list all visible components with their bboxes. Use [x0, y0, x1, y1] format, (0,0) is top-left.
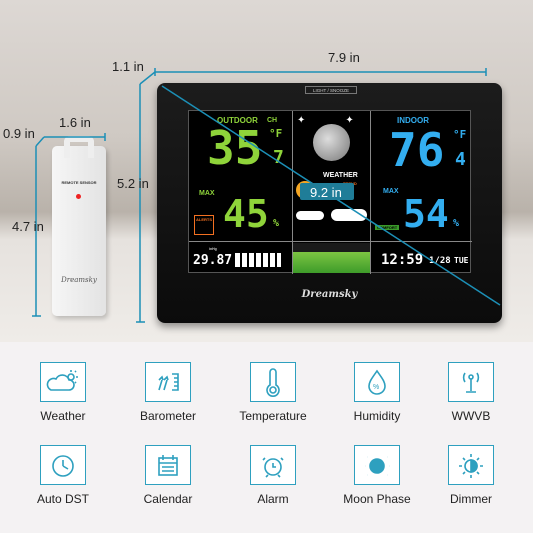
feature-label: Calendar — [143, 492, 193, 506]
humidity-drop-icon: % — [354, 362, 400, 402]
alarm-clock-icon — [250, 445, 296, 485]
feature-calendar: Calendar — [123, 445, 213, 506]
weather-icon — [40, 362, 86, 402]
feature-label: Moon Phase — [343, 492, 411, 506]
feature-label: Auto DST — [36, 492, 90, 506]
feature-label: Dimmer — [450, 492, 492, 506]
brightness-icon — [448, 445, 494, 485]
station-depth-label: 1.1 in — [112, 59, 144, 74]
sensor-height-label: 4.7 in — [12, 219, 44, 234]
calendar-icon — [145, 445, 191, 485]
screen-diagonal-label: 9.2 in — [310, 185, 342, 200]
barometer-icon — [145, 362, 191, 402]
feature-humidity: % Humidity — [332, 362, 422, 423]
sensor-depth-label: 0.9 in — [3, 126, 35, 141]
feature-label: Weather — [40, 409, 86, 423]
station-width-label: 7.9 in — [328, 50, 360, 65]
sensor-width-label: 1.6 in — [59, 115, 91, 130]
svg-text:%: % — [373, 384, 379, 391]
feature-label: Barometer — [139, 409, 197, 423]
feature-label: WWVB — [451, 409, 491, 423]
feature-label: Temperature — [239, 409, 307, 423]
feature-barometer: Barometer — [123, 362, 213, 423]
feature-auto-dst: Auto DST — [18, 445, 108, 506]
thermometer-icon — [250, 362, 296, 402]
feature-dimmer: Dimmer — [426, 445, 516, 506]
product-photo: REMOTE SENSOR Dreamsky LIGHT / SNOOZE OU… — [0, 0, 533, 342]
dimension-lines — [32, 68, 501, 323]
feature-alarm: Alarm — [228, 445, 318, 506]
moon-icon — [354, 445, 400, 485]
antenna-icon — [448, 362, 494, 402]
station-height-label: 5.2 in — [117, 176, 149, 191]
feature-temperature: Temperature — [228, 362, 318, 423]
feature-label: Humidity — [353, 409, 401, 423]
feature-wwvb: WWVB — [426, 362, 516, 423]
feature-moon-phase: Moon Phase — [332, 445, 422, 506]
feature-weather: Weather — [18, 362, 108, 423]
clock-icon — [40, 445, 86, 485]
feature-label: Alarm — [257, 492, 289, 506]
